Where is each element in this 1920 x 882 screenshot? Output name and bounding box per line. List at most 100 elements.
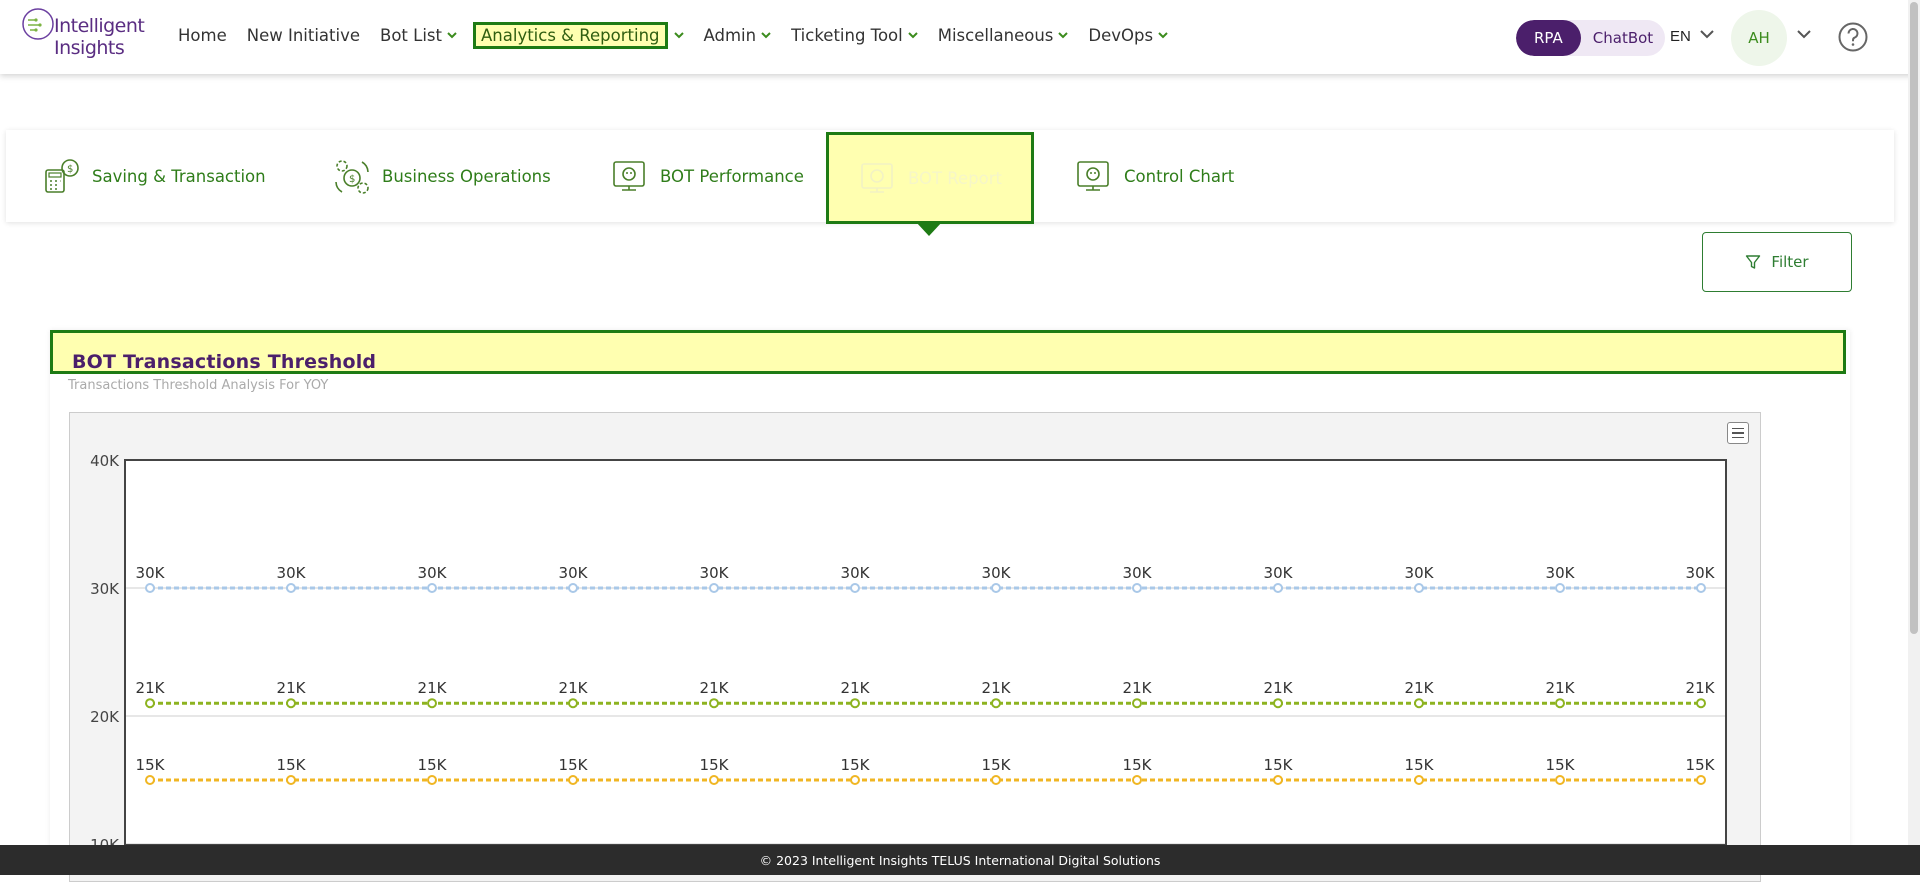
data-label: 30K	[700, 564, 730, 582]
data-point	[850, 583, 860, 593]
data-label: 30K	[1123, 564, 1153, 582]
nav-devops-label: DevOps	[1088, 25, 1154, 45]
threshold-line-chart: 40K 30K 20K 10K 30K 30K 30K 30K 30K 30K 30K 30K 30K 3…	[90, 452, 1727, 845]
data-label: 21K	[136, 679, 166, 697]
nav-devops[interactable]: DevOps	[1088, 26, 1168, 45]
data-label: 21K	[277, 679, 307, 697]
page-scrollbar[interactable]	[1908, 0, 1920, 845]
chart-subtitle: Transactions Threshold Analysis For YOY	[68, 378, 329, 393]
mode-toggle: RPA ChatBot	[1516, 20, 1666, 56]
nav-home[interactable]: Home	[178, 26, 227, 45]
nav-admin-label: Admin	[703, 25, 757, 45]
data-label: 30K	[1264, 564, 1294, 582]
data-point	[1555, 583, 1565, 593]
data-label: 21K	[1546, 679, 1576, 697]
data-point	[709, 583, 719, 593]
active-tab-pointer	[916, 222, 942, 236]
chevron-down-icon	[761, 31, 771, 38]
data-label: 15K	[1123, 756, 1153, 774]
chevron-down-icon[interactable]	[1797, 30, 1811, 39]
data-point	[145, 698, 155, 709]
data-label: 30K	[841, 564, 871, 582]
nav-bot-list-label: Bot List	[380, 25, 442, 45]
logo-text-line2: Insights	[54, 37, 125, 59]
data-point	[1273, 583, 1283, 593]
data-point	[568, 583, 578, 593]
tab-bot-performance-label: BOT Performance	[660, 166, 804, 186]
nav-analytics-reporting[interactable]: Analytics & Reporting	[473, 21, 668, 49]
nav-admin[interactable]: Admin	[704, 26, 772, 45]
scrollbar-thumb[interactable]	[1910, 2, 1918, 634]
y-tick-label: 20K	[90, 708, 120, 726]
footer-copyright: © 2023 Intelligent Insights TELUS Intern…	[759, 852, 1161, 868]
chevron-down-icon	[1058, 31, 1069, 38]
hamburger-icon-bar	[1732, 436, 1744, 439]
nav-bot-list[interactable]: Bot List	[380, 26, 457, 45]
chevron-down-icon	[908, 31, 918, 38]
data-label: 15K	[559, 756, 589, 774]
data-point	[709, 775, 719, 785]
data-label: 21K	[700, 679, 730, 697]
data-label: 21K	[1264, 679, 1294, 697]
control-chart-icon	[1077, 161, 1109, 191]
svg-text:$: $	[67, 164, 73, 175]
nav-ticketing-tool[interactable]: Ticketing Tool	[791, 26, 918, 45]
tab-saving-transaction[interactable]: $ Saving & Transaction	[42, 130, 266, 222]
tab-control-chart-label: Control Chart	[1124, 166, 1235, 186]
bot-report-icon	[861, 163, 893, 193]
y-tick-label: 40K	[90, 452, 120, 470]
filter-funnel-icon	[1746, 255, 1761, 269]
data-point	[286, 698, 296, 709]
y-tick-label: 10K	[90, 836, 120, 845]
data-label: 30K	[136, 564, 166, 582]
nav-new-initiative-label: New Initiative	[246, 25, 361, 45]
report-tabs: $ Saving & Transaction $ Business Operat…	[6, 130, 1894, 224]
chart-menu-button[interactable]	[1727, 422, 1749, 444]
data-point	[1555, 775, 1565, 785]
data-point	[1414, 775, 1424, 785]
data-label: 30K	[1686, 564, 1716, 582]
tab-bot-report-label: BOT Report	[907, 168, 1003, 188]
filter-button[interactable]: Filter	[1702, 232, 1852, 292]
language-select[interactable]: EN	[1670, 28, 1691, 45]
nav-new-initiative[interactable]: New Initiative	[247, 26, 360, 45]
y-tick-label: 30K	[90, 580, 120, 598]
data-point	[427, 775, 437, 785]
mode-chatbot-button[interactable]: ChatBot	[1581, 20, 1665, 56]
chevron-down-icon	[447, 31, 457, 38]
data-point	[991, 698, 1001, 709]
data-point	[850, 698, 860, 709]
data-point	[427, 698, 437, 709]
data-label: 15K	[982, 756, 1012, 774]
user-avatar[interactable]: AH	[1731, 10, 1787, 66]
mode-rpa-button[interactable]: RPA	[1516, 20, 1581, 56]
data-label: 15K	[841, 756, 871, 774]
tab-control-chart[interactable]: Control Chart	[1074, 130, 1234, 222]
data-label: 30K	[1546, 564, 1576, 582]
data-label: 21K	[1405, 679, 1435, 697]
data-label: 30K	[982, 564, 1012, 582]
data-point	[850, 775, 860, 785]
data-label: 15K	[1546, 756, 1576, 774]
data-point	[1132, 698, 1142, 709]
data-point	[1696, 583, 1706, 593]
data-point	[1414, 583, 1424, 593]
data-label: 15K	[700, 756, 730, 774]
nav-home-label: Home	[178, 25, 227, 45]
app-logo[interactable]: Intelligent Insights	[20, 6, 145, 62]
data-label: 15K	[1686, 756, 1716, 774]
chevron-down-icon[interactable]	[673, 31, 684, 39]
data-label: 21K	[1686, 679, 1716, 697]
tab-saving-transaction-label: Saving & Transaction	[92, 166, 266, 186]
help-icon[interactable]	[1838, 22, 1868, 52]
chevron-down-icon[interactable]	[1700, 30, 1714, 39]
data-label: 21K	[841, 679, 871, 697]
tab-bot-performance[interactable]: BOT Performance	[610, 130, 804, 222]
gears-dollar-icon: $	[335, 160, 369, 194]
data-point	[1273, 775, 1283, 785]
tab-business-operations[interactable]: $ Business Operations	[332, 130, 551, 222]
nav-miscellaneous[interactable]: Miscellaneous	[938, 26, 1069, 45]
tab-bot-report[interactable]: BOT Report	[826, 132, 1034, 224]
data-label: 30K	[1405, 564, 1435, 582]
chevron-down-icon	[1158, 31, 1168, 38]
